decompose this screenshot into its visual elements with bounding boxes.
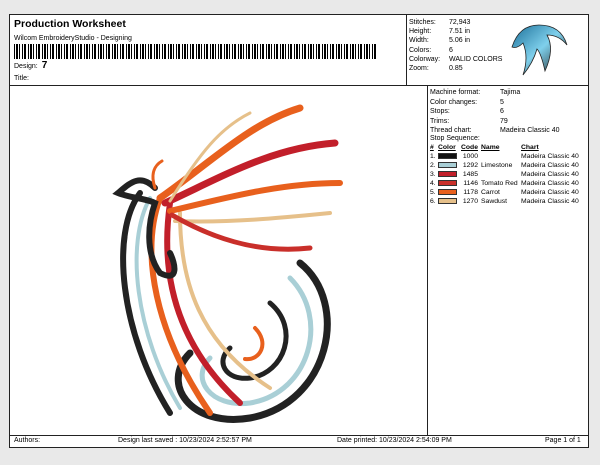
stop-number: 3. bbox=[430, 171, 436, 178]
panel-divider bbox=[427, 85, 428, 435]
thread-color-swatch bbox=[438, 170, 458, 179]
stop-number: 2. bbox=[430, 162, 436, 169]
thread-color-swatch bbox=[438, 161, 458, 170]
machine-row: Stops: 6 bbox=[430, 108, 504, 116]
stop-number: 5. bbox=[430, 189, 436, 196]
design-specs: Stitches: 72,943 Height: 7.51 in Width: 5.0… bbox=[409, 18, 502, 73]
thread-color-swatch bbox=[438, 179, 458, 188]
stop-sequence-header: # Color Code Name Chart bbox=[430, 144, 539, 151]
thread-code: 1000 bbox=[462, 153, 478, 160]
authors-label: Authors: bbox=[14, 437, 41, 444]
machine-row: Trims: 79 bbox=[430, 117, 508, 125]
thread-code: 1485 bbox=[462, 171, 478, 178]
thread-code: 1292 bbox=[462, 162, 478, 169]
design-field: Design: 7 bbox=[14, 60, 47, 71]
thread-name: Carrot bbox=[481, 189, 500, 196]
header-divider bbox=[406, 15, 407, 85]
barcode bbox=[14, 44, 378, 59]
stop-number: 6. bbox=[430, 198, 436, 205]
phoenix-embroidery-image bbox=[112, 104, 343, 423]
title-label: Title: bbox=[14, 75, 29, 82]
stop-sequence-row: 5. 1178 Carrot Madeira Classic 40 bbox=[430, 188, 588, 197]
machine-row: Color changes: 5 bbox=[430, 98, 504, 106]
stop-number: 4. bbox=[430, 180, 436, 187]
design-value: 7 bbox=[41, 60, 48, 71]
stop-sequence-row: 1. 1000 Madeira Classic 40 bbox=[430, 152, 588, 161]
thread-chart: Madeira Classic 40 bbox=[521, 171, 579, 178]
header-rule bbox=[10, 85, 588, 86]
stop-sequence-row: 3. 1485 Madeira Classic 40 bbox=[430, 170, 588, 179]
thread-chart: Madeira Classic 40 bbox=[521, 189, 579, 196]
machine-row: Machine format: Tajima bbox=[430, 89, 521, 96]
thread-chart: Madeira Classic 40 bbox=[521, 198, 579, 205]
page-number: Page 1 of 1 bbox=[545, 437, 581, 444]
spec-row: Stitches: 72,943 bbox=[409, 19, 471, 26]
thread-color-swatch bbox=[438, 152, 458, 161]
thread-name: Limestone bbox=[481, 162, 513, 169]
worksheet-title: Production Worksheet bbox=[14, 18, 126, 30]
thread-color-swatch bbox=[438, 197, 458, 206]
spec-row: Width: 5.06 in bbox=[409, 37, 471, 45]
thread-chart: Madeira Classic 40 bbox=[521, 153, 579, 160]
date-printed: Date printed: 10/23/2024 2:54:09 PM bbox=[337, 437, 452, 444]
footer-rule bbox=[10, 435, 588, 436]
thread-chart: Madeira Classic 40 bbox=[521, 180, 579, 187]
machine-info: Machine format: Tajima Color changes: 5 St… bbox=[430, 88, 560, 136]
thread-code: 1146 bbox=[463, 180, 478, 187]
worksheet: Production Worksheet Wilcom EmbroiderySt… bbox=[9, 14, 589, 448]
thread-name: Sawdust bbox=[481, 198, 508, 205]
stop-sequence-title: Stop Sequence: bbox=[430, 135, 480, 142]
stop-number: 1. bbox=[430, 153, 436, 160]
spec-row: Colorway: WALID COLORS bbox=[409, 55, 503, 63]
thread-code: 1270 bbox=[462, 198, 478, 205]
software-name: Wilcom EmbroideryStudio - Designing bbox=[14, 35, 132, 42]
last-saved: Design last saved : 10/23/2024 2:52:57 P… bbox=[118, 437, 252, 444]
thread-chart: Madeira Classic 40 bbox=[521, 162, 579, 169]
stop-sequence-row: 2. 1292 Limestone Madeira Classic 40 bbox=[430, 161, 588, 170]
stop-sequence-row: 4. 1146 Tomato Red Madeira Classic 40 bbox=[430, 179, 588, 188]
spec-row: Height: 7.51 in bbox=[409, 28, 471, 36]
brand-logo bbox=[511, 24, 568, 76]
stop-sequence-row: 6. 1270 Sawdust Madeira Classic 40 bbox=[430, 197, 588, 206]
thread-name: Tomato Red bbox=[481, 180, 518, 187]
thread-color-swatch bbox=[438, 188, 458, 197]
spec-row: Colors: 6 bbox=[409, 46, 453, 54]
thread-code: 1178 bbox=[463, 189, 478, 196]
design-label: Design: bbox=[14, 63, 38, 70]
stop-sequence-table: # Color Code Name Chart 1. 1000 Madeira Cl… bbox=[430, 143, 588, 206]
spec-row: Zoom: 0.85 bbox=[409, 65, 463, 73]
